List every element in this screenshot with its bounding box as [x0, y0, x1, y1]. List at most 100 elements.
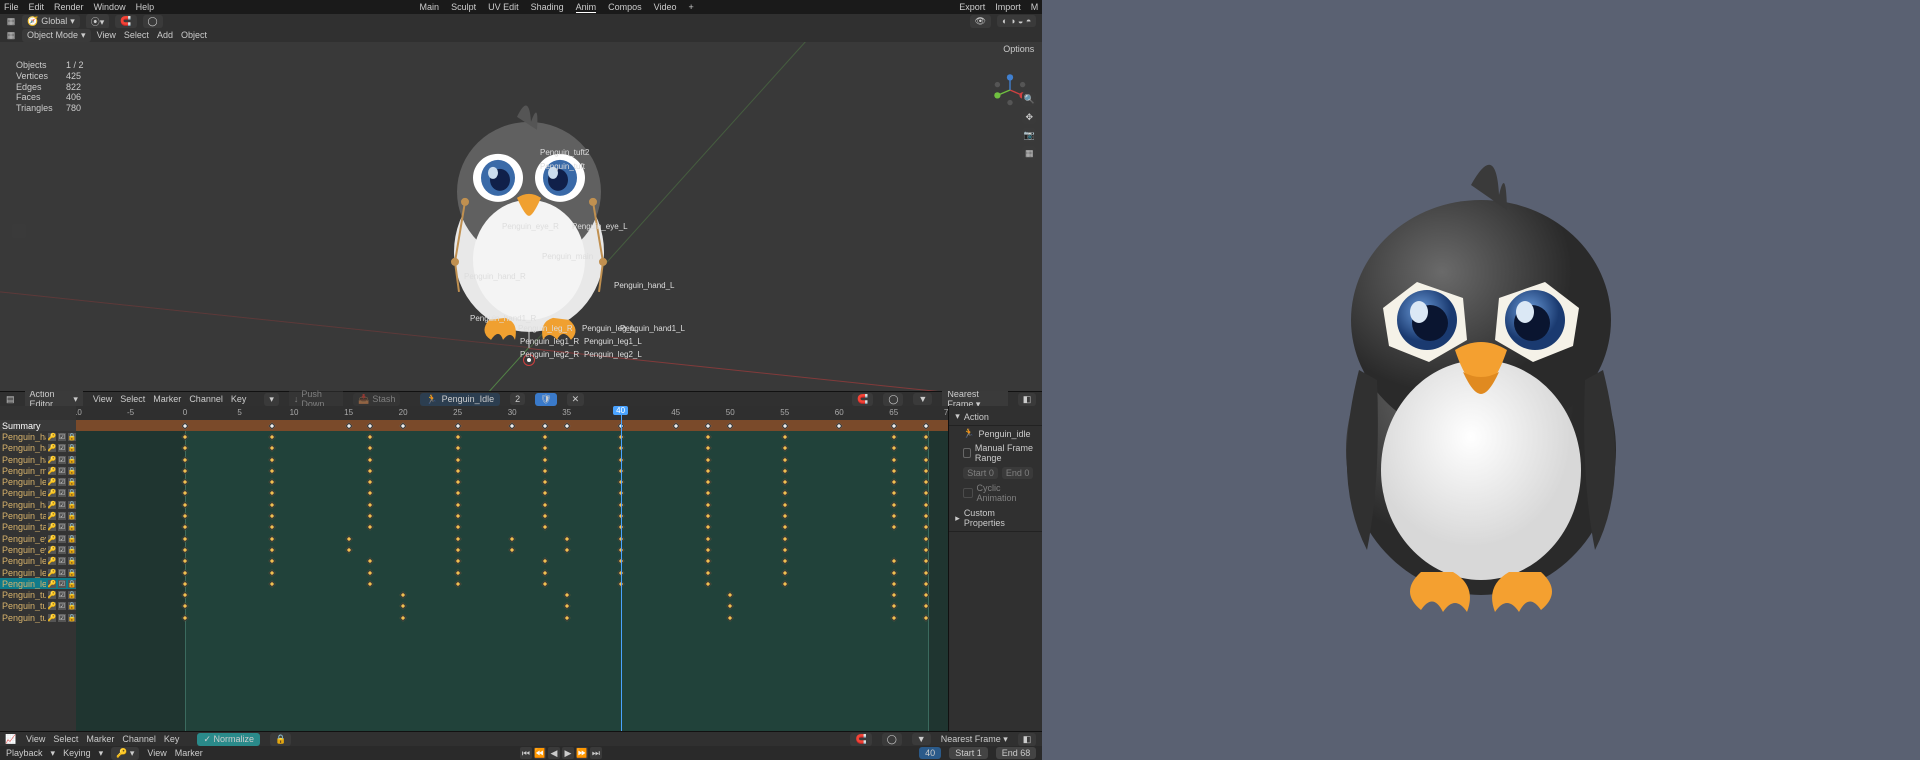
keyframe[interactable]	[454, 569, 461, 576]
channel-toggle[interactable]: 🔒	[68, 580, 76, 588]
next-key-icon[interactable]: ⏩	[576, 747, 588, 759]
channel-toggle[interactable]: 🔑	[48, 456, 56, 464]
keyframe[interactable]	[781, 467, 788, 474]
channel-toggle[interactable]: 🔒	[68, 478, 76, 486]
keyframe[interactable]	[890, 456, 897, 463]
keyframe[interactable]	[781, 558, 788, 565]
keyframe[interactable]	[454, 479, 461, 486]
channel-toggle[interactable]: ☑	[58, 602, 66, 610]
keyframe[interactable]	[563, 614, 570, 621]
keyframe[interactable]	[181, 433, 188, 440]
normalize-toggle[interactable]: ✓ Normalize	[197, 733, 260, 746]
channel-row[interactable]: Penguin_eye_L🔑☑🔒	[0, 544, 76, 555]
action-panel-header[interactable]: ▾Action	[949, 408, 1042, 426]
keyframe[interactable]	[727, 422, 734, 429]
play-icon[interactable]: ▶	[562, 747, 574, 759]
jump-start-icon[interactable]: ⏮	[520, 747, 532, 759]
autosnap-toggle[interactable]: 🧲	[850, 733, 871, 746]
keyframe[interactable]	[541, 479, 548, 486]
action-datablock[interactable]: 🏃 Penguin_Idle	[420, 393, 500, 406]
keyframe[interactable]	[705, 456, 712, 463]
channel-toggle[interactable]: 🔒	[68, 602, 76, 610]
end-frame-input[interactable]: End 0	[1002, 467, 1034, 479]
menu-file[interactable]: File	[4, 2, 19, 12]
workspace-tab[interactable]: Main	[420, 2, 440, 13]
perspective-icon[interactable]: ▦	[1022, 146, 1036, 160]
channel-toggle[interactable]: 🔑	[48, 467, 56, 475]
playhead[interactable]: 40	[621, 406, 622, 731]
keyframe[interactable]	[836, 422, 843, 429]
keyframe[interactable]	[781, 490, 788, 497]
keyframe[interactable]	[890, 558, 897, 565]
keyframe[interactable]	[923, 490, 930, 497]
keyframe[interactable]	[181, 558, 188, 565]
channel-toggle[interactable]: ☑	[58, 546, 66, 554]
dope-menu[interactable]: Select	[120, 394, 145, 404]
keyframe[interactable]	[705, 467, 712, 474]
channel-row[interactable]: Penguin_tuft2🔑☑🔒	[0, 601, 76, 612]
workspace-tab[interactable]: Shading	[531, 2, 564, 13]
keyframe[interactable]	[781, 456, 788, 463]
channel-toggle[interactable]: ☑	[58, 580, 66, 588]
keyframe[interactable]	[890, 603, 897, 610]
keyframe[interactable]	[400, 614, 407, 621]
keyframe[interactable]	[181, 569, 188, 576]
viewport-menu[interactable]: Object	[181, 30, 207, 40]
keyframe[interactable]	[269, 512, 276, 519]
menu-export[interactable]: Export	[959, 2, 985, 12]
channel-row[interactable]: Penguin_leg1_L🔑☑🔒	[0, 488, 76, 499]
menu-window[interactable]: Window	[94, 2, 126, 12]
channel-row[interactable]: Penguin_tail1🔑☑🔒	[0, 522, 76, 533]
keyframe[interactable]	[705, 479, 712, 486]
editor-type-icon[interactable]: ▦	[6, 30, 16, 40]
dope-menu[interactable]: View	[93, 394, 112, 404]
keyframe[interactable]	[181, 524, 188, 531]
camera-icon[interactable]: 📷	[1022, 128, 1036, 142]
keyframe[interactable]	[454, 456, 461, 463]
channel-toggle[interactable]: ☑	[58, 512, 66, 520]
keyframe[interactable]	[563, 592, 570, 599]
keyframe[interactable]	[269, 467, 276, 474]
keyframe[interactable]	[509, 535, 516, 542]
editor-type-icon[interactable]: ▤	[6, 394, 15, 404]
keyframe[interactable]	[705, 524, 712, 531]
keyframe[interactable]	[923, 433, 930, 440]
channel-toggle[interactable]: 🔑	[48, 602, 56, 610]
channel-toggle[interactable]: ☑	[58, 478, 66, 486]
options-dropdown[interactable]: Options	[1003, 44, 1034, 54]
keyframe[interactable]	[454, 535, 461, 542]
channel-toggle[interactable]: 🔒	[68, 523, 76, 531]
keyframe[interactable]	[454, 490, 461, 497]
dope-menu[interactable]: Marker	[153, 394, 181, 404]
keyframe[interactable]	[367, 558, 374, 565]
keyframe[interactable]	[781, 524, 788, 531]
keyframe[interactable]	[367, 524, 374, 531]
keyframe[interactable]	[923, 558, 930, 565]
marker-menu[interactable]: Marker	[175, 748, 203, 758]
keyframe[interactable]	[367, 445, 374, 452]
keyframe[interactable]	[367, 433, 374, 440]
keyframe[interactable]	[367, 580, 374, 587]
keyframe[interactable]	[705, 433, 712, 440]
dope-menu[interactable]: Channel	[189, 394, 223, 404]
custom-props-header[interactable]: ▸Custom Properties	[949, 505, 1042, 532]
keyframe[interactable]	[923, 592, 930, 599]
keyframe[interactable]	[367, 490, 374, 497]
keyframe[interactable]	[923, 456, 930, 463]
channel-row[interactable]: Summary	[0, 420, 76, 431]
channel-row[interactable]: Penguin_leg_R🔑☑🔒	[0, 556, 76, 567]
menu-import[interactable]: Import	[995, 2, 1021, 12]
keyframe[interactable]	[345, 546, 352, 553]
timeline-menu[interactable]: Marker	[86, 734, 114, 744]
keyframe[interactable]	[367, 501, 374, 508]
keyframe[interactable]	[367, 456, 374, 463]
keyframe[interactable]	[454, 445, 461, 452]
workspace-tab[interactable]: Sculpt	[451, 2, 476, 13]
keyframe[interactable]	[181, 445, 188, 452]
keyframe[interactable]	[400, 603, 407, 610]
channel-toggle[interactable]: 🔑	[48, 478, 56, 486]
keyframe[interactable]	[923, 479, 930, 486]
keyframe[interactable]	[367, 569, 374, 576]
keyframe[interactable]	[890, 569, 897, 576]
keyframe[interactable]	[541, 467, 548, 474]
